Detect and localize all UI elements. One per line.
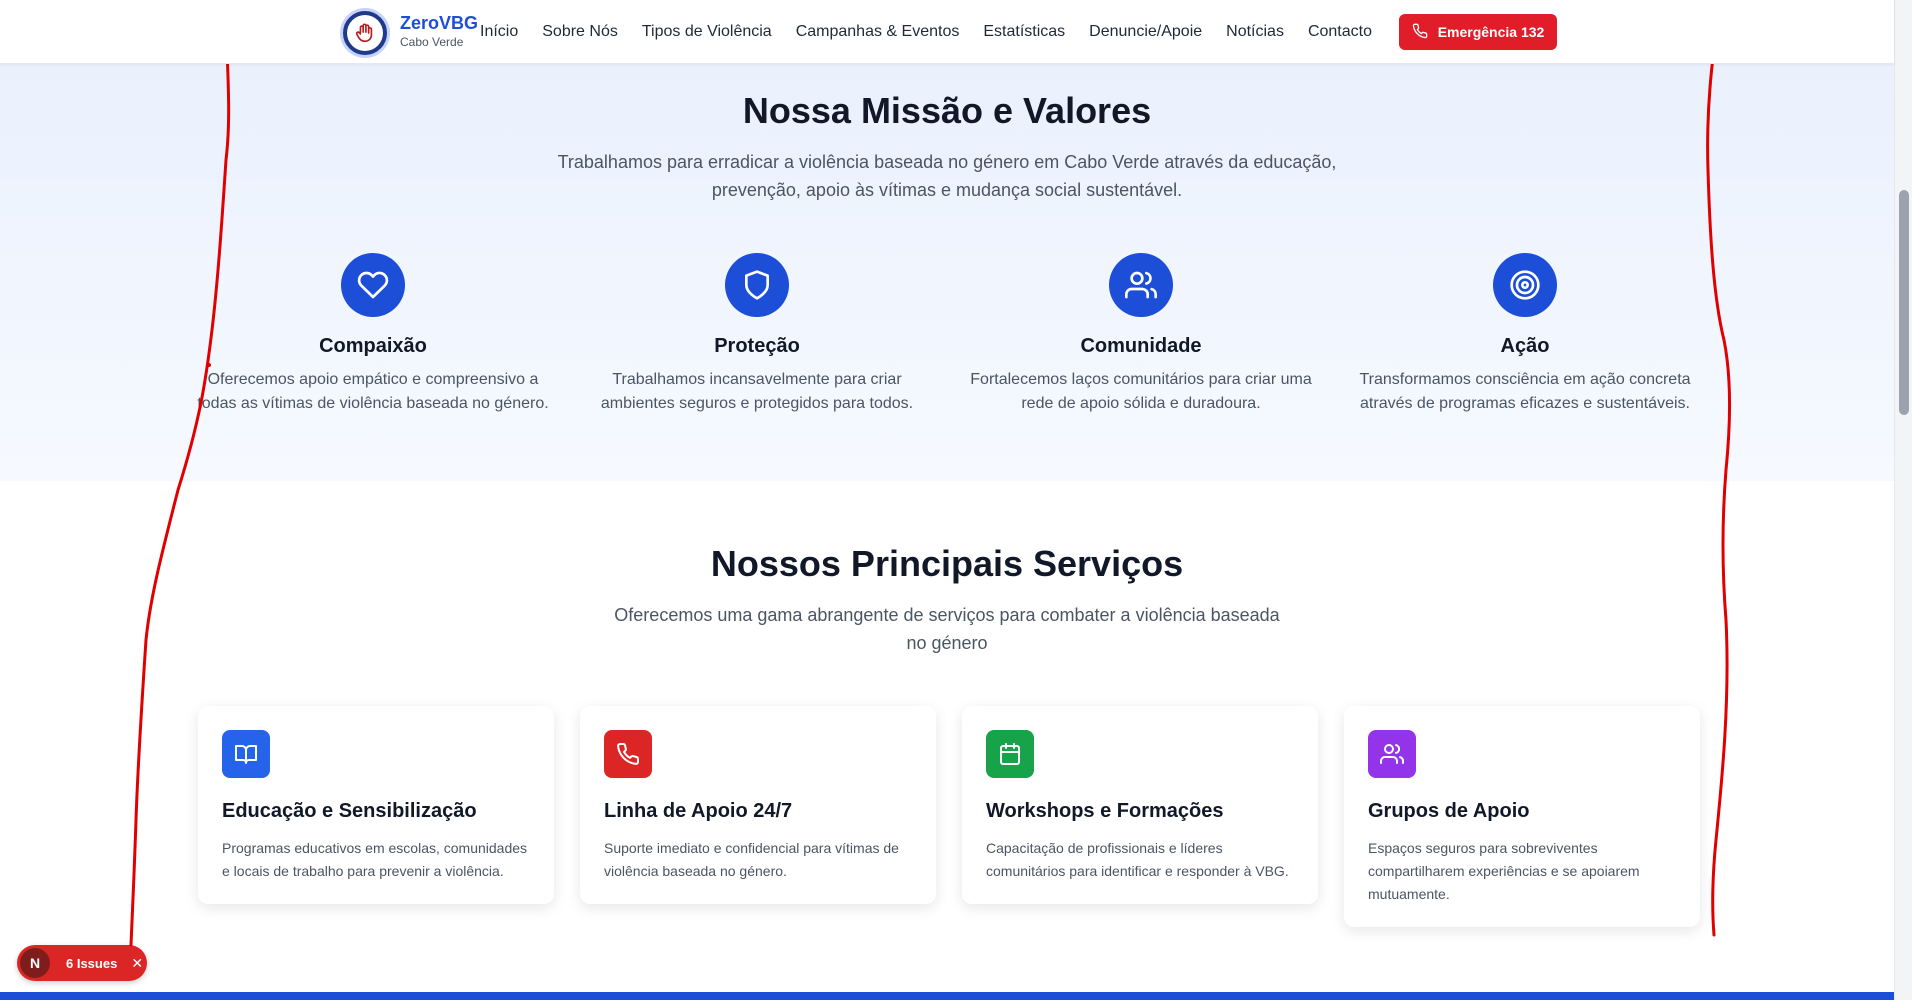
value-text: Oferecemos apoio empático e compreensivo… — [197, 371, 549, 412]
service-text: Programas educativos em escolas, comunid… — [222, 840, 528, 879]
service-card-grupos-apoio[interactable]: Grupos de Apoio Espaços seguros para sob… — [1344, 706, 1700, 927]
nav-tipos-violencia[interactable]: Tipos de Violência — [642, 23, 772, 41]
hand-icon — [347, 15, 383, 51]
mission-lead: Trabalhamos para erradicar a violência b… — [557, 152, 1337, 200]
service-title: Educação e Sensibilização — [222, 800, 477, 822]
logo[interactable] — [340, 8, 390, 58]
services-title: Nossos Principais Serviços — [710, 543, 1184, 584]
heart-icon — [341, 253, 405, 317]
service-title: Grupos de Apoio — [1368, 800, 1530, 822]
page-scrollbar[interactable] — [1894, 0, 1912, 1000]
nav-denuncie-apoie[interactable]: Denuncie/Apoie — [1089, 23, 1202, 41]
issues-count: 6 Issues — [66, 955, 118, 971]
site-header: ZeroVBG Cabo Verde Início Sobre Nós Tipo… — [0, 0, 1894, 64]
nav-inicio[interactable]: Início — [480, 23, 518, 41]
value-comunidade: Comunidade Fortalecemos laços comunitári… — [961, 253, 1321, 416]
value-text: Transformamos consciência em ação concre… — [1359, 371, 1691, 412]
shield-icon — [725, 253, 789, 317]
emergency-label: Emergência 132 — [1437, 24, 1545, 40]
services-lead: Oferecemos uma gama abrangente de serviç… — [614, 605, 1280, 653]
users-icon — [1109, 253, 1173, 317]
users-icon — [1368, 730, 1416, 778]
value-compaixao: Compaixão Oferecemos apoio empático e co… — [193, 253, 553, 416]
value-text: Trabalhamos incansavelmente para criar a… — [600, 371, 914, 412]
service-text: Capacitação de profissionais e líderes c… — [986, 840, 1289, 879]
scrollbar-thumb[interactable] — [1899, 190, 1909, 415]
service-card-workshops[interactable]: Workshops e Formações Capacitação de pro… — [962, 706, 1318, 904]
brand-name: ZeroVBG — [400, 13, 479, 33]
mission-section: Nossa Missão e Valores Trabalhamos para … — [0, 64, 1894, 481]
value-title: Ação — [1500, 335, 1550, 357]
service-title: Linha de Apoio 24/7 — [604, 800, 793, 822]
value-title: Compaixão — [319, 335, 427, 357]
close-icon[interactable]: ✕ — [131, 955, 143, 972]
nav-campanhas-eventos[interactable]: Campanhas & Eventos — [796, 23, 960, 41]
value-protecao: Proteção Trabalhamos incansavelmente par… — [577, 253, 937, 416]
value-title: Proteção — [714, 335, 800, 357]
nav-noticias[interactable]: Notícias — [1226, 23, 1284, 41]
service-text: Suporte imediato e confidencial para vít… — [604, 840, 899, 879]
nav-sobre-nos[interactable]: Sobre Nós — [542, 23, 618, 41]
book-icon — [222, 730, 270, 778]
service-card-linha-apoio[interactable]: Linha de Apoio 24/7 Suporte imediato e c… — [580, 706, 936, 904]
brand[interactable]: ZeroVBG Cabo Verde — [400, 12, 478, 50]
nav-estatisticas[interactable]: Estatísticas — [983, 23, 1065, 41]
target-icon — [1493, 253, 1557, 317]
value-text: Fortalecemos laços comunitários para cri… — [970, 371, 1312, 412]
emergency-button[interactable]: Emergência 132 — [1399, 14, 1557, 50]
phone-icon — [604, 730, 652, 778]
brand-subtitle: Cabo Verde — [400, 35, 464, 49]
value-acao: Ação Transformamos consciência em ação c… — [1345, 253, 1705, 416]
service-text: Espaços seguros para sobreviventes compa… — [1368, 840, 1640, 902]
service-title: Workshops e Formações — [986, 800, 1224, 822]
main-nav: Início Sobre Nós Tipos de Violência Camp… — [480, 0, 1396, 64]
calendar-icon — [986, 730, 1034, 778]
dev-issues-badge[interactable]: N 6 Issues ✕ — [17, 945, 147, 981]
phone-icon — [1412, 23, 1428, 42]
mission-title: Nossa Missão e Valores — [742, 90, 1152, 131]
footer-top-bar — [0, 992, 1894, 1000]
value-title: Comunidade — [1080, 335, 1202, 357]
nav-contacto[interactable]: Contacto — [1308, 23, 1372, 41]
dev-avatar: N — [20, 948, 50, 978]
service-card-educacao[interactable]: Educação e Sensibilização Programas educ… — [198, 706, 554, 904]
